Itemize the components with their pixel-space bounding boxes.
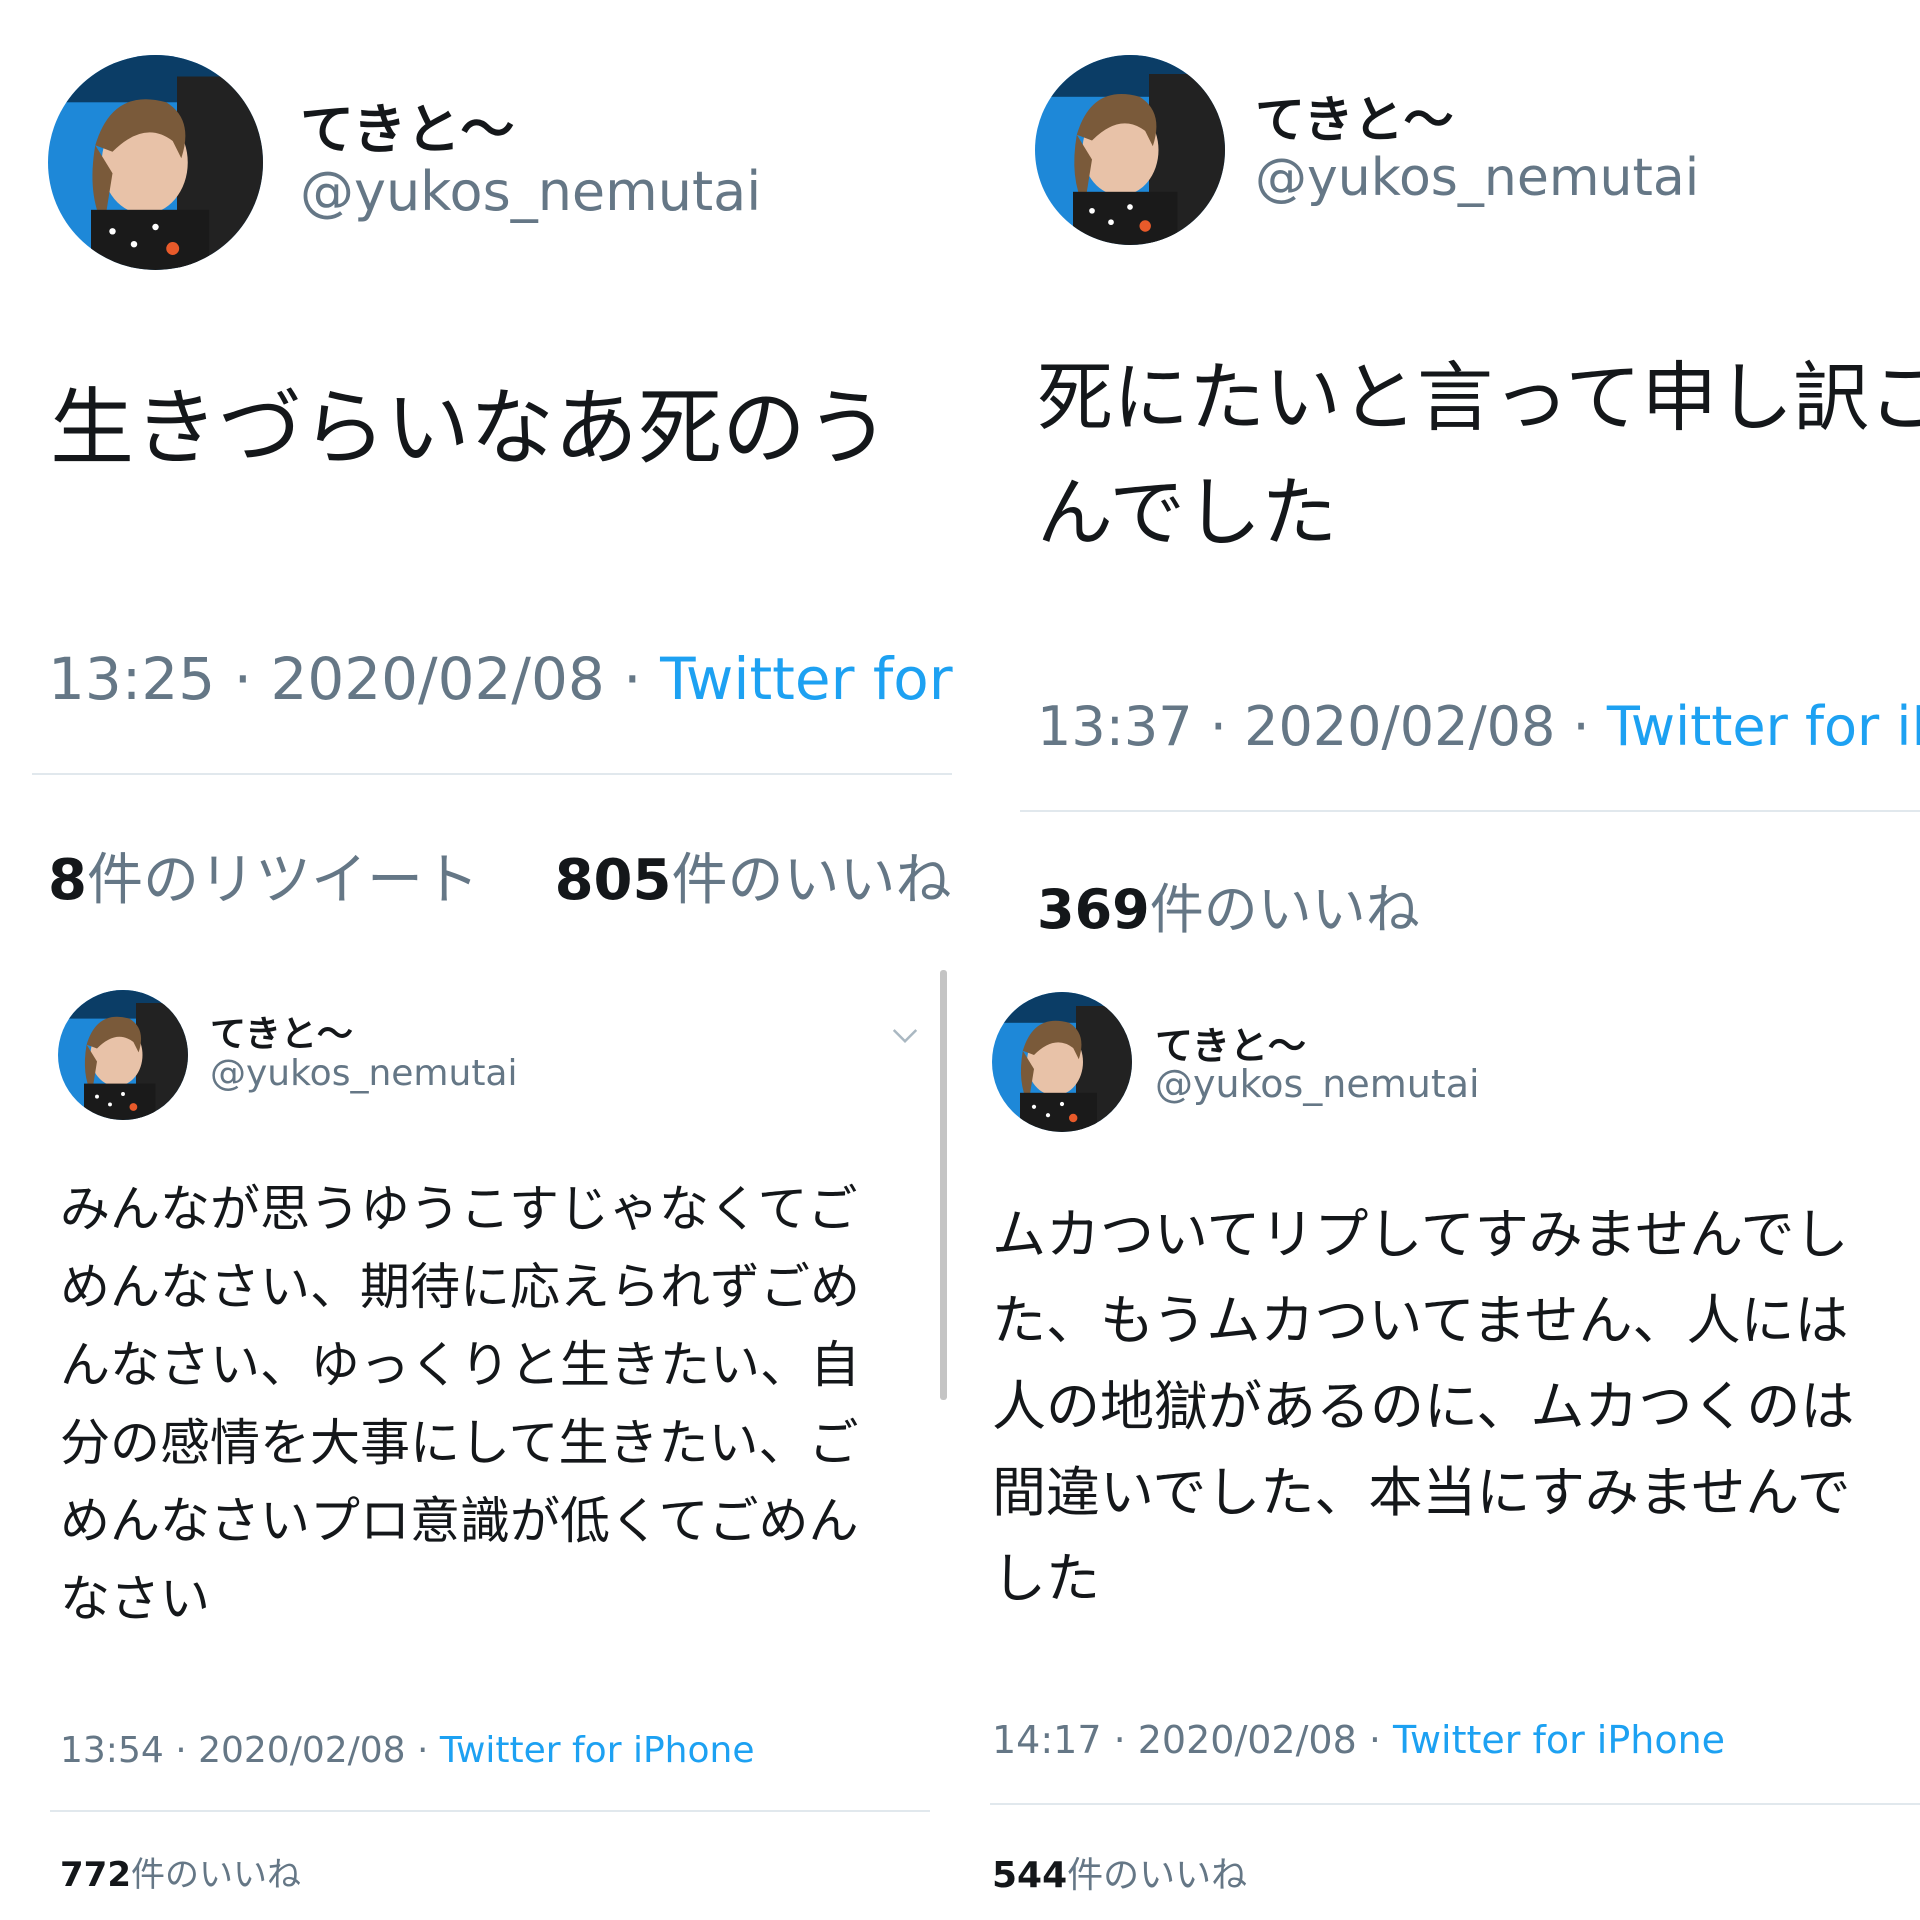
divider — [990, 1803, 1920, 1805]
tweet-timestamp: 13:54 · 2020/02/08 · Twitter for iPhone — [60, 1730, 754, 1771]
like-stat[interactable]: 544件のいいね — [992, 1855, 1247, 1896]
timestamp-text: 13:37 · 2020/02/08 · — [1037, 695, 1607, 758]
source-link[interactable]: Twitter for iPhone — [440, 1730, 755, 1771]
avatar[interactable] — [1035, 55, 1225, 245]
tweet-text: みんなが思うゆうこすじゃなくてごめんなさい、期待に応えられずごめんなさい、ゆっく… — [60, 1180, 860, 1628]
tweet-text: 生きづらいなあ死のう — [50, 379, 891, 477]
source-link[interactable]: Twitter for iPhone — [1393, 1718, 1725, 1762]
tweet-stats: 544件のいいね — [992, 1846, 1247, 1898]
tweet-text: ムカついてリプしてすみませんでした、もうムカついてません、人には人の地獄があるの… — [992, 1203, 1855, 1610]
display-name[interactable]: てきと〜 — [1255, 80, 1454, 152]
tweet-card-2: てきと〜 @yukos_nemutai 死にたいと言って申し訳ご んでした 13… — [990, 0, 1920, 960]
like-stat[interactable]: 369件のいいね — [1037, 878, 1420, 941]
avatar[interactable] — [58, 990, 188, 1120]
display-name[interactable]: てきと〜 — [210, 1005, 353, 1057]
avatar-photo — [58, 990, 188, 1120]
like-stat[interactable]: 805件のいいね — [555, 848, 952, 913]
like-stat[interactable]: 772件のいいね — [60, 1855, 301, 1895]
avatar[interactable] — [992, 992, 1132, 1132]
tweet-timestamp: 14:17 · 2020/02/08 · Twitter for iPhone — [992, 1718, 1725, 1762]
tweet-stats: 772件のいいね — [60, 1847, 301, 1896]
user-handle[interactable]: @yukos_nemutai — [300, 160, 761, 223]
tweet-card-3: てきと〜 @yukos_nemutai みんなが思うゆうこすじゃなくてごめんなさ… — [0, 970, 960, 1920]
divider — [1020, 810, 1920, 812]
divider — [50, 1810, 930, 1812]
tweet-card-1: てきと〜 @yukos_nemutai 生きづらいなあ死のう 13:25 · 2… — [0, 0, 960, 960]
source-link[interactable]: Twitter for iPh — [1607, 695, 1920, 758]
retweet-stat[interactable]: 8件のリツイート — [48, 848, 479, 913]
tweet-text-line: んでした — [1037, 468, 1338, 557]
user-handle[interactable]: @yukos_nemutai — [1255, 148, 1699, 208]
avatar[interactable] — [48, 55, 263, 270]
tweet-stats: 8件のリツイート 805件のいいね — [48, 835, 952, 916]
divider — [32, 773, 952, 775]
tweet-card-4: てきと〜 @yukos_nemutai ムカついてリプしてすみませんでした、もう… — [990, 970, 1920, 1920]
tweet-text: 死にたいと言って申し訳ご んでした — [1037, 340, 1920, 570]
timestamp-text: 14:17 · 2020/02/08 · — [992, 1718, 1394, 1762]
timestamp-text: 13:25 · 2020/02/08 · — [48, 645, 661, 713]
user-handle[interactable]: @yukos_nemutai — [1155, 1062, 1480, 1106]
scrollbar[interactable] — [940, 970, 947, 1400]
chevron-down-icon[interactable] — [890, 1020, 920, 1050]
avatar-photo — [48, 55, 263, 270]
tweet-text-line: 死にたいと言って申し訳ご — [1037, 353, 1920, 442]
tweet-timestamp: 13:37 · 2020/02/08 · Twitter for iPh — [1037, 695, 1920, 758]
timestamp-text: 13:54 · 2020/02/08 · — [60, 1730, 440, 1771]
avatar-photo — [992, 992, 1132, 1132]
user-handle[interactable]: @yukos_nemutai — [210, 1053, 518, 1094]
source-link[interactable]: Twitter for — [660, 645, 953, 713]
tweet-stats: 369件のいいね — [1037, 865, 1420, 944]
display-name[interactable]: てきと〜 — [300, 85, 514, 164]
avatar-photo — [1035, 55, 1225, 245]
tweet-timestamp: 13:25 · 2020/02/08 · Twitter for — [48, 645, 953, 713]
